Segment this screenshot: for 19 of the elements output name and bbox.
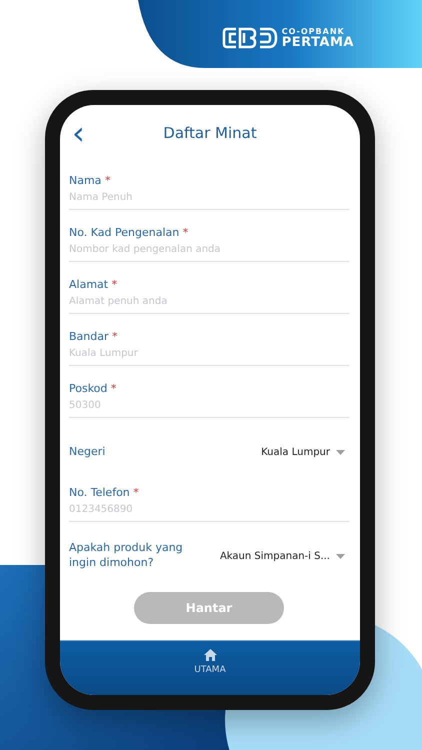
field-label: Negeri [69,444,106,460]
field-label: No. Kad Pengenalan * [69,226,190,239]
brand-name: PERTAMA [282,36,354,48]
caret-icon [336,450,345,454]
dropdown[interactable]: Kuala Lumpur [261,446,349,458]
logo-icon [222,26,278,50]
back-button[interactable]: ‹ [68,117,89,149]
nav-item[interactable]: UTAMA [188,641,232,695]
field-label: Nama * [69,174,112,187]
caret-icon [336,554,345,558]
field-label: Apakah produk yang ingin dimohon? [69,541,184,571]
page-title: Daftar Minat [163,124,257,142]
field-label: Bandar * [69,330,119,343]
field-label: No. Telefon * [69,486,140,499]
home-icon [204,649,216,661]
field-label: Alamat * [69,278,118,291]
brand-name: CO-OPBANK [282,28,346,36]
dropdown[interactable]: Akaun Simpanan-i S... [220,550,349,562]
field-label: Poskod * [69,382,118,395]
